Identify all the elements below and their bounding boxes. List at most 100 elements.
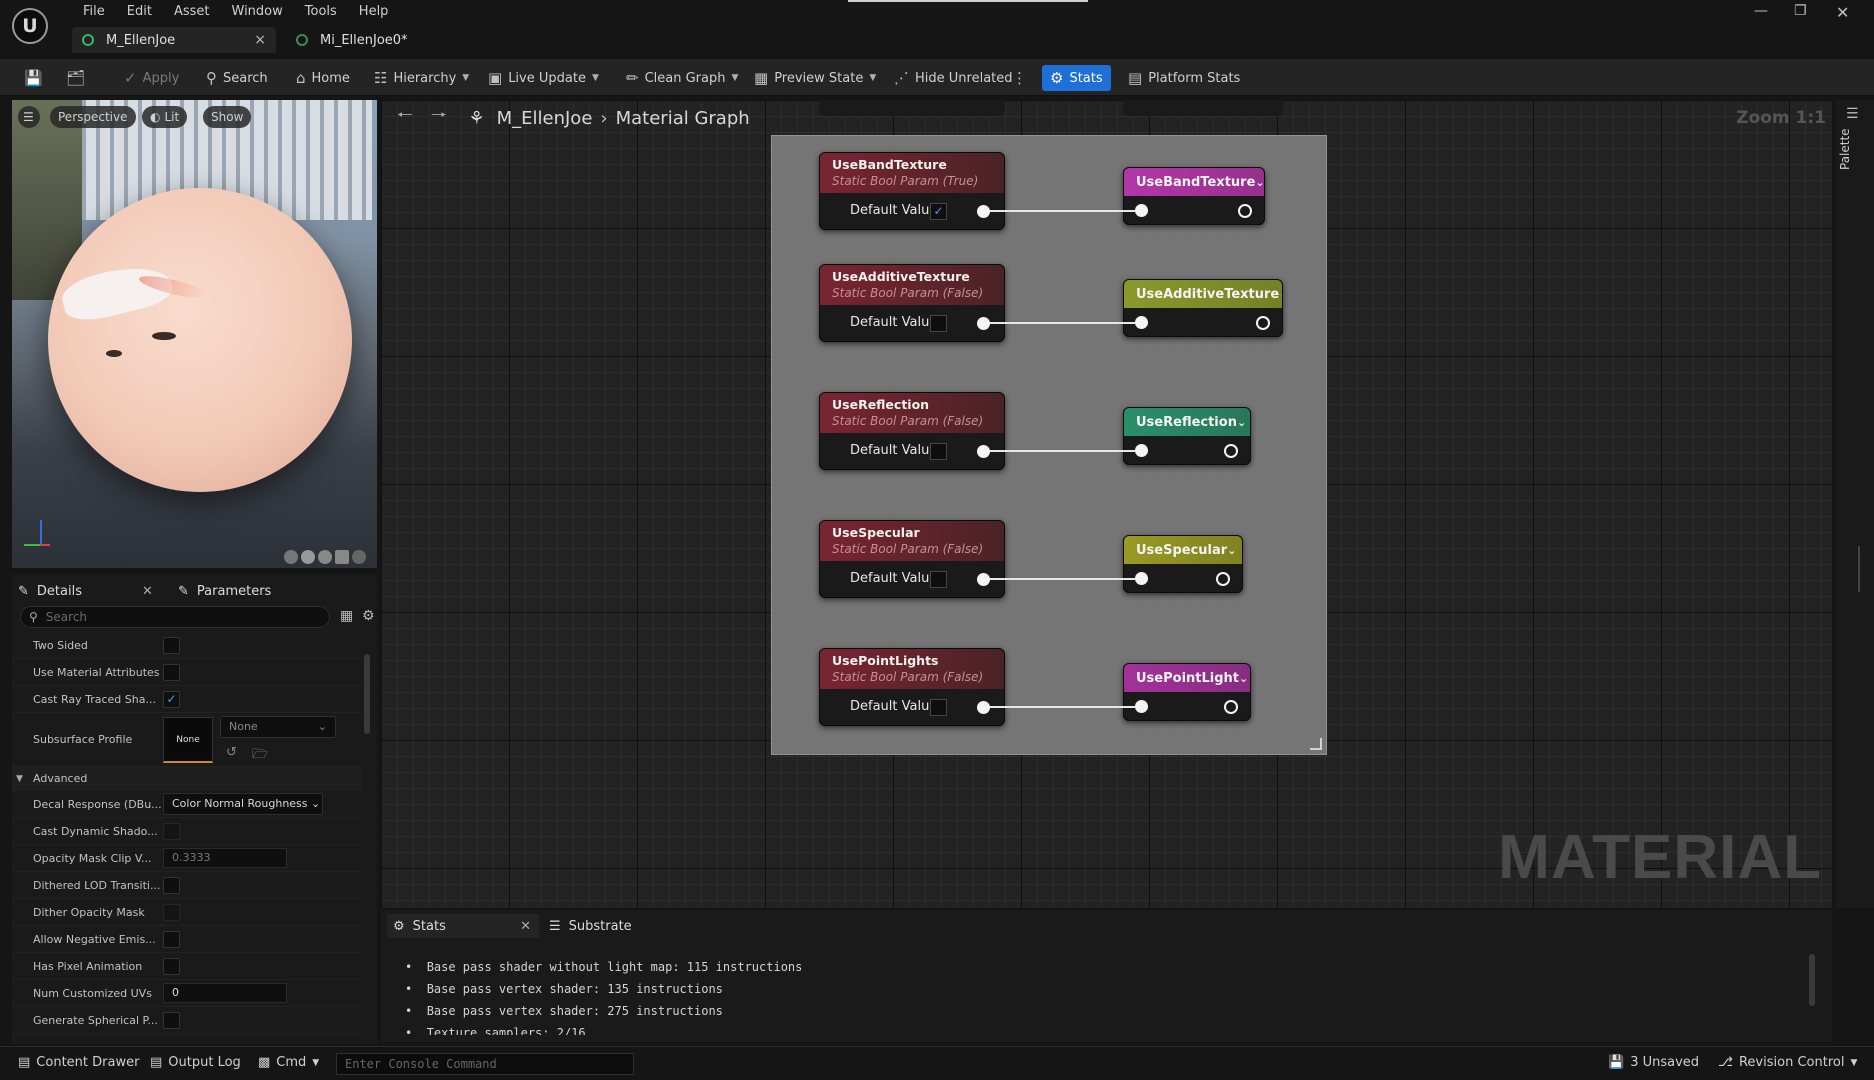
console-input[interactable]: Enter Console Command [336, 1053, 634, 1075]
connection-wire[interactable] [989, 450, 1135, 452]
mesh-preview-icon[interactable] [352, 550, 366, 564]
menu-edit[interactable]: Edit [116, 4, 163, 20]
tab-mi-ellenjoe0[interactable]: Mi_EllenJoe0* [286, 27, 426, 53]
tab-details[interactable]: ✎ Details ✕ [18, 578, 153, 604]
reset-arrow-icon[interactable]: ↺ [226, 745, 237, 760]
default-value-checkbox[interactable] [930, 315, 947, 332]
details-scrollbar[interactable] [364, 654, 370, 734]
static-bool-param-node[interactable]: UseAdditiveTexture Static Bool Param (Fal… [819, 264, 1005, 342]
connection-wire[interactable] [989, 578, 1135, 580]
subsurface-dropdown[interactable]: None ⌄ [220, 716, 336, 738]
browse-folder-icon[interactable]: 🗁 [252, 745, 268, 767]
subsurface-thumbnail[interactable]: None [163, 717, 213, 763]
output-pin[interactable] [1224, 700, 1238, 714]
settings-gear-icon[interactable]: ⚙ [362, 608, 375, 624]
cmd-dropdown[interactable]: ▩ Cmd ▼ [258, 1055, 319, 1070]
details-search-input[interactable]: ⚲ Search [20, 606, 330, 628]
revision-control-button[interactable]: ⎇ Revision Control ▼ [1718, 1055, 1857, 1070]
breadcrumb-leaf[interactable]: Material Graph [616, 108, 750, 129]
input-pin[interactable] [1135, 572, 1148, 585]
close-tab-icon[interactable]: × [254, 32, 266, 48]
static-switch-node[interactable]: UseAdditiveTexture⌄ [1123, 279, 1283, 337]
use-material-attributes-checkbox[interactable] [163, 663, 180, 681]
menu-file[interactable]: File [72, 4, 116, 20]
connection-wire[interactable] [989, 706, 1135, 708]
forward-arrow-icon[interactable]: 🠒 [431, 103, 447, 133]
tab-m-ellenjoe[interactable]: M_EllenJoe × [72, 27, 276, 53]
input-pin[interactable] [1135, 316, 1148, 329]
static-switch-node[interactable]: UseBandTexture ⌄ [1123, 167, 1265, 225]
generate-spherical-checkbox[interactable] [163, 1011, 180, 1029]
search-button[interactable]: ⚲ Search [206, 65, 268, 91]
cube-preview-icon[interactable] [335, 550, 349, 564]
save-button[interactable]: 💾 [24, 65, 43, 91]
menu-asset[interactable]: Asset [163, 4, 221, 20]
has-pixel-animation-checkbox[interactable] [163, 957, 180, 975]
default-value-checkbox[interactable]: ✓ [930, 203, 947, 220]
menu-help[interactable]: Help [348, 4, 400, 20]
two-sided-checkbox[interactable] [163, 636, 180, 654]
lit-button[interactable]: ◐ Lit [142, 106, 188, 128]
cast-dynamic-checkbox[interactable] [163, 822, 180, 840]
drag-handle[interactable] [848, 0, 1088, 2]
static-switch-node[interactable]: UseSpecular ⌄ [1123, 535, 1243, 593]
plane-preview-icon[interactable] [318, 550, 332, 564]
static-switch-node[interactable]: UseReflection ⌄ [1123, 407, 1251, 465]
input-pin[interactable] [1135, 204, 1148, 217]
resize-handle-icon[interactable] [1310, 738, 1322, 750]
connection-wire[interactable] [989, 210, 1135, 212]
show-button[interactable]: Show [203, 106, 252, 128]
num-customized-uvs-field[interactable]: 0 [163, 983, 287, 1003]
chevron-down-icon[interactable]: ⌄ [1227, 544, 1236, 557]
advanced-section-header[interactable]: ▼ Advanced [12, 767, 362, 791]
perspective-button[interactable]: Perspective [50, 106, 136, 128]
menu-window[interactable]: Window [221, 4, 294, 20]
stats-scrollbar[interactable] [1809, 954, 1815, 1006]
cylinder-preview-icon[interactable] [284, 550, 298, 564]
preview-state-button[interactable]: ▦ Preview State ▼ [754, 65, 876, 91]
tab-parameters[interactable]: ✎ Parameters [178, 578, 271, 604]
dither-opacity-checkbox[interactable] [163, 903, 180, 921]
restore-icon[interactable]: ❐ [1794, 3, 1807, 19]
output-log-button[interactable]: ▤ Output Log [150, 1055, 241, 1070]
input-pin[interactable] [1135, 444, 1148, 457]
input-pin[interactable] [1135, 700, 1148, 713]
unsaved-button[interactable]: 💾 3 Unsaved [1608, 1055, 1699, 1070]
tab-stats[interactable]: ⚙ Stats ✕ [387, 914, 539, 938]
opacity-mask-clip-field[interactable]: 0.3333 [163, 848, 287, 868]
chevron-down-icon[interactable]: ⌄ [1255, 176, 1264, 189]
palette-splitter[interactable] [1858, 546, 1860, 592]
unreal-logo-icon[interactable]: U [12, 8, 48, 44]
content-drawer-button[interactable]: ▤ Content Drawer [18, 1055, 139, 1070]
output-pin[interactable] [1216, 572, 1230, 586]
tab-substrate[interactable]: ☰ Substrate [549, 914, 632, 938]
material-graph-canvas[interactable]: 🠐 🠒 ⚘ M_EllenJoe › Material Graph Zoom 1… [381, 100, 1832, 908]
palette-tab[interactable]: Palette [1838, 110, 1852, 170]
default-value-checkbox[interactable] [930, 443, 947, 460]
platform-stats-button[interactable]: ▤ Platform Stats [1128, 65, 1240, 91]
decal-response-dropdown[interactable]: Color Normal Roughness ⌄ [163, 793, 323, 815]
output-pin[interactable] [1256, 316, 1270, 330]
stats-button[interactable]: ⚙ Stats [1042, 65, 1111, 91]
static-bool-param-node[interactable]: UsePointLights Static Bool Param (False) D… [819, 648, 1005, 726]
home-button[interactable]: ⌂ Home [296, 65, 350, 91]
static-bool-param-node[interactable]: UseReflection Static Bool Param (False) De… [819, 392, 1005, 470]
static-bool-param-node[interactable]: UseSpecular Static Bool Param (False) Defa… [819, 520, 1005, 598]
close-stats-icon[interactable]: ✕ [520, 919, 531, 934]
chevron-down-icon[interactable]: ⌄ [1237, 416, 1246, 429]
minimize-icon[interactable]: — [1754, 3, 1768, 19]
hide-unrelated-button[interactable]: ⋰ Hide Unrelated [894, 65, 1013, 91]
default-value-checkbox[interactable] [930, 571, 947, 588]
cast-ray-traced-checkbox[interactable]: ✓ [163, 690, 180, 708]
allow-negative-checkbox[interactable] [163, 930, 180, 948]
browse-button[interactable]: 🗂 [66, 65, 85, 91]
connection-wire[interactable] [989, 322, 1135, 324]
preview-viewport[interactable]: ☰ Perspective ◐ Lit Show [12, 100, 377, 568]
clean-graph-button[interactable]: ✏ Clean Graph ▼ [626, 65, 738, 91]
menu-tools[interactable]: Tools [294, 4, 348, 20]
more-options-icon[interactable]: ⋮ [1012, 65, 1027, 91]
live-update-button[interactable]: ▣ Live Update ▼ [488, 65, 599, 91]
close-details-icon[interactable]: ✕ [142, 584, 153, 599]
chevron-down-icon[interactable]: ⌄ [1239, 672, 1248, 685]
close-window-icon[interactable]: ✕ [1836, 3, 1849, 22]
